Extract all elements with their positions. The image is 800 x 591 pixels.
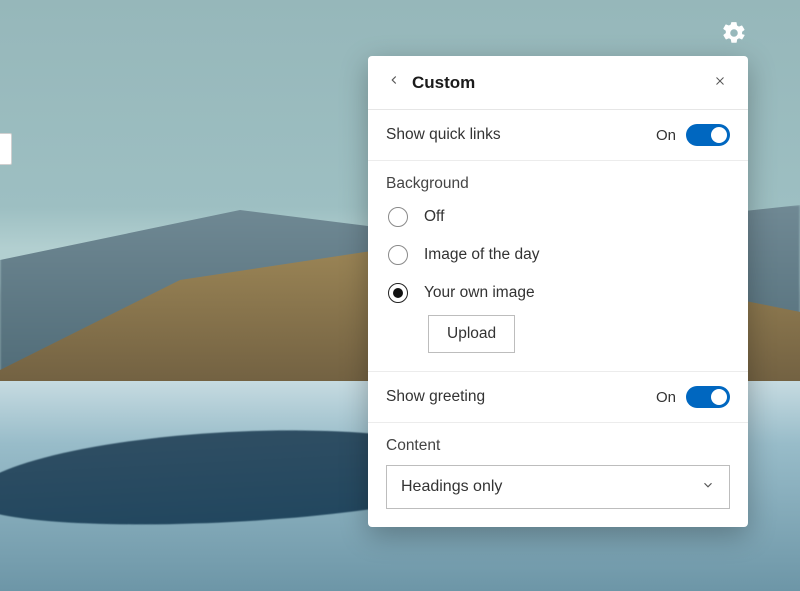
content-section: Content Headings only [368,423,748,509]
upload-button[interactable]: Upload [428,315,515,353]
quick-links-state: On [656,127,676,144]
content-select-value: Headings only [401,478,502,496]
chevron-down-icon [701,478,715,497]
chevron-left-icon [387,73,401,92]
greeting-label: Show greeting [386,388,485,406]
close-icon [714,74,726,92]
desktop-wallpaper: Custom Show quick links On Background Of… [0,0,800,591]
panel-header: Custom [368,56,748,110]
background-section: Background Off Image of the day Your own… [368,161,748,372]
radio-icon [388,283,408,303]
greeting-state: On [656,389,676,406]
background-heading: Background [386,175,730,193]
back-button[interactable] [378,67,410,99]
radio-label: Off [424,208,444,226]
background-option-off[interactable]: Off [388,207,730,227]
greeting-row: Show greeting On [368,372,748,423]
panel-title: Custom [412,73,475,93]
settings-button[interactable] [721,20,747,46]
page-layout-panel: Custom Show quick links On Background Of… [368,56,748,527]
quick-links-toggle[interactable] [686,124,730,146]
background-option-your-own-image[interactable]: Your own image [388,283,730,303]
radio-icon [388,207,408,227]
content-label: Content [386,437,730,455]
radio-label: Your own image [424,284,535,302]
close-button[interactable] [706,69,734,97]
quick-links-label: Show quick links [386,126,501,144]
radio-label: Image of the day [424,246,539,264]
radio-icon [388,245,408,265]
edge-peek-tab[interactable] [0,133,12,165]
quick-links-row: Show quick links On [368,110,748,161]
greeting-toggle[interactable] [686,386,730,408]
gear-icon [721,20,747,46]
background-option-image-of-the-day[interactable]: Image of the day [388,245,730,265]
content-select[interactable]: Headings only [386,465,730,509]
